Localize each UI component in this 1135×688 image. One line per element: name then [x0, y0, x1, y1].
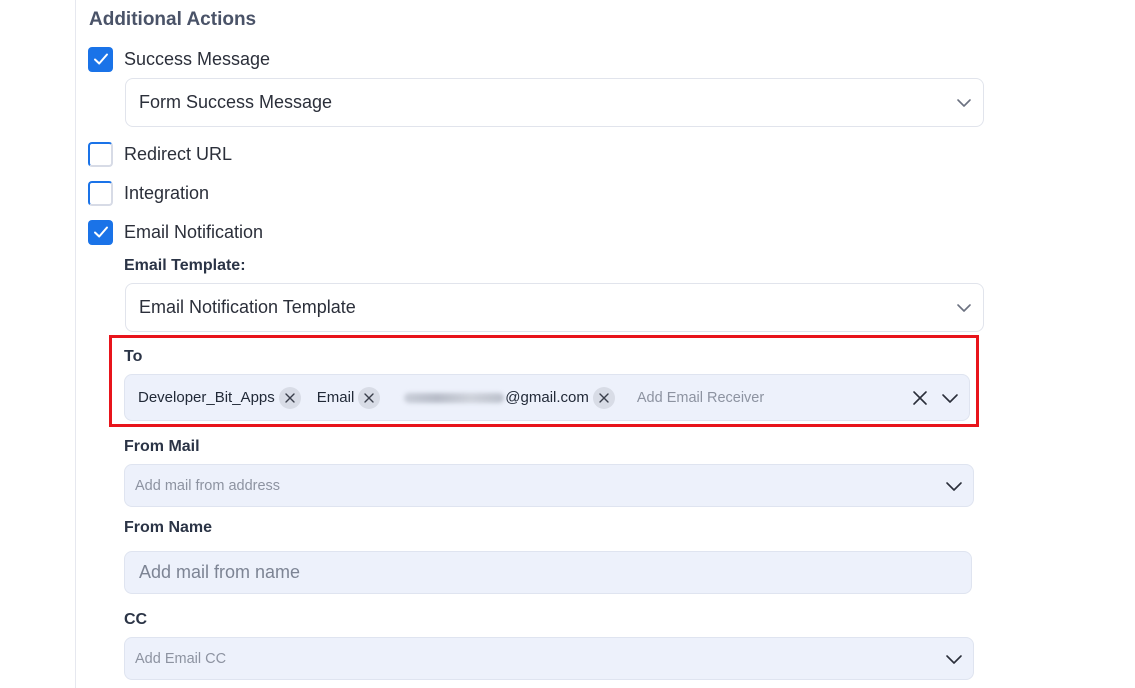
- to-label: To: [124, 348, 143, 365]
- email-notification-option[interactable]: Email Notification: [88, 219, 263, 245]
- chevron-down-icon[interactable]: [941, 389, 959, 407]
- to-input-placeholder[interactable]: Add Email Receiver: [637, 390, 764, 406]
- integration-option[interactable]: Integration: [88, 180, 209, 206]
- from-mail-placeholder: Add mail from address: [135, 477, 281, 494]
- remove-tag-button[interactable]: [358, 386, 381, 409]
- cc-placeholder: Add Email CC: [135, 650, 227, 667]
- from-name-placeholder: Add mail from name: [139, 562, 301, 582]
- recipient-tag: @gmail.com: [404, 386, 615, 409]
- chevron-down-icon: [946, 654, 962, 664]
- success-message-option[interactable]: Success Message: [88, 46, 270, 72]
- section-title: Additional Actions: [89, 9, 257, 30]
- recipient-tag-label: @gmail.com: [505, 389, 589, 406]
- recipient-tag: Email: [316, 386, 381, 409]
- redirect-url-checkbox[interactable]: [88, 141, 113, 167]
- recipient-tag-label: Email: [316, 389, 355, 406]
- success-message-select[interactable]: Form Success Message: [125, 78, 984, 127]
- panel-left-border: [75, 0, 76, 688]
- recipient-tag-label: Developer_Bit_Apps: [138, 389, 275, 406]
- chevron-down-icon: [957, 98, 971, 107]
- remove-tag-button[interactable]: [592, 386, 615, 409]
- success-message-select-value: Form Success Message: [139, 92, 333, 112]
- success-message-checkbox[interactable]: [88, 46, 113, 72]
- recipient-tag: Developer_Bit_Apps: [138, 386, 301, 409]
- integration-label: Integration: [124, 182, 210, 203]
- checkmark-icon: [93, 53, 108, 65]
- cc-label: CC: [124, 611, 148, 628]
- email-template-select-value: Email Notification Template: [139, 297, 356, 317]
- close-icon: [364, 392, 374, 403]
- cc-select[interactable]: Add Email CC: [124, 637, 974, 680]
- clear-all-icon[interactable]: [911, 389, 929, 407]
- email-template-label: Email Template:: [124, 257, 246, 274]
- from-name-input[interactable]: Add mail from name: [124, 551, 972, 594]
- close-icon: [285, 392, 295, 403]
- success-message-label: Success Message: [124, 48, 271, 69]
- checkmark-icon: [93, 226, 108, 238]
- from-name-label: From Name: [124, 519, 213, 536]
- integration-checkbox[interactable]: [88, 180, 113, 206]
- email-template-select[interactable]: Email Notification Template: [125, 283, 984, 332]
- from-mail-select[interactable]: Add mail from address: [124, 464, 974, 507]
- email-notification-label: Email Notification: [124, 221, 264, 242]
- chevron-down-icon: [946, 481, 962, 491]
- remove-tag-button[interactable]: [278, 386, 301, 409]
- close-icon: [599, 392, 609, 403]
- chevron-down-icon: [957, 303, 971, 312]
- email-notification-checkbox[interactable]: [88, 219, 113, 245]
- from-mail-label: From Mail: [124, 438, 200, 455]
- redacted-email-prefix: [404, 392, 505, 403]
- redirect-url-label: Redirect URL: [124, 143, 233, 164]
- redirect-url-option[interactable]: Redirect URL: [88, 141, 232, 167]
- to-recipient-multiselect[interactable]: Developer_Bit_Apps Email @gmail.com Add …: [124, 374, 970, 421]
